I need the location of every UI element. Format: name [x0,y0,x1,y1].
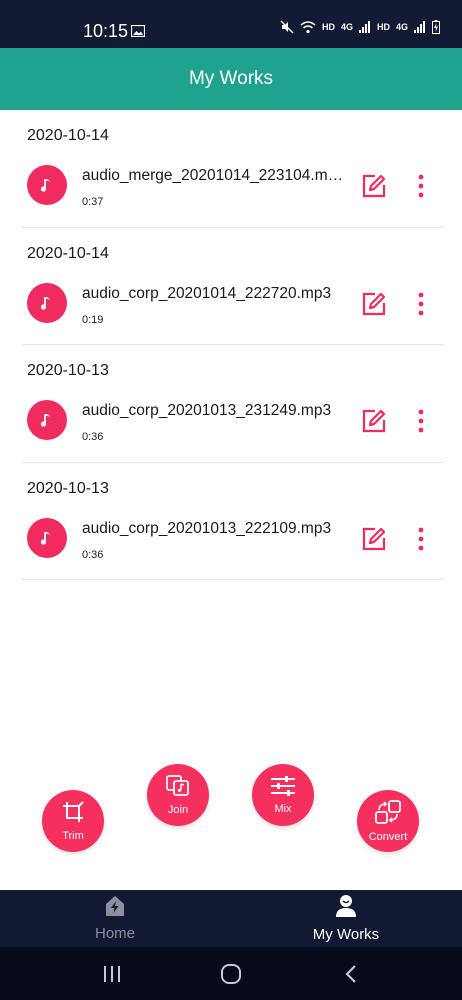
trim-button[interactable]: Trim [42,790,104,852]
work-item[interactable]: 2020-10-14 audio_corp_20201014_222720.mp… [0,228,462,346]
more-vertical-icon[interactable] [409,407,433,435]
more-vertical-icon[interactable] [409,290,433,318]
music-note-icon [27,400,67,440]
convert-button[interactable]: Convert [357,790,419,852]
join-icon [166,774,190,802]
work-date: 2020-10-13 [27,479,109,497]
file-duration: 0:19 [82,313,104,326]
work-date: 2020-10-14 [27,244,109,262]
equalizer-icon [270,775,296,801]
user-icon [335,894,357,923]
nav-home-label: Home [94,925,135,942]
file-duration: 0:36 [82,548,104,561]
join-button[interactable]: Join [147,764,209,826]
nav-my-works[interactable]: My Works [296,890,396,947]
wifi-icon [300,20,316,34]
file-name: audio_corp_20201013_222109.mp3 [82,519,332,537]
gallery-icon [130,24,146,42]
home-icon [104,895,126,922]
hd-badge-1: HD [321,22,335,32]
network-type-2: 4G [395,22,408,32]
bottom-nav: Home My Works [0,890,462,947]
work-date: 2020-10-14 [27,127,109,144]
edit-icon[interactable] [361,526,387,552]
more-vertical-icon[interactable] [409,525,433,553]
file-duration: 0:36 [82,431,104,443]
file-duration: 0:37 [82,196,104,208]
home-circle-icon[interactable] [218,961,244,987]
works-list: 2020-10-14 audio_merge_20201014_223104.m… [0,110,462,580]
app-bar: My Works [0,48,462,110]
mix-label: Mix [274,802,292,815]
file-name: audio_merge_20201014_223104.mp3 [82,167,344,184]
join-label: Join [167,803,189,816]
music-note-icon [27,165,67,205]
file-name: audio_corp_20201014_222720.mp3 [82,284,332,302]
recent-apps-icon[interactable] [99,961,125,987]
hd-badge-2: HD [376,22,390,32]
work-date: 2020-10-13 [27,362,109,379]
music-note-icon [27,282,67,323]
edit-icon[interactable] [361,173,387,199]
convert-icon [375,799,401,829]
convert-label: Convert [368,830,408,843]
music-note-icon [27,517,67,558]
nav-my-works-label: My Works [312,926,380,943]
edit-icon[interactable] [361,291,387,317]
back-icon[interactable] [338,961,364,987]
network-type-1: 4G [340,22,353,32]
more-vertical-icon[interactable] [409,172,433,200]
file-name: audio_corp_20201013_231249.mp3 [82,402,332,419]
status-bar: 10:15 HD 4G HD 4G [0,0,462,48]
mute-icon [280,20,294,34]
crop-icon [62,800,84,828]
nav-home[interactable]: Home [65,890,165,947]
work-item[interactable]: 2020-10-13 audio_corp_20201013_222109.mp… [0,463,462,581]
work-item[interactable]: 2020-10-13 audio_corp_20201013_231249.mp… [0,345,462,463]
signal-icon-2 [414,21,426,33]
battery-charging-icon [432,20,440,34]
edit-icon[interactable] [361,408,387,434]
page-title: My Works [188,68,274,89]
system-nav-bar [0,947,462,1000]
trim-label: Trim [62,829,84,842]
work-item[interactable]: 2020-10-14 audio_merge_20201014_223104.m… [0,110,462,228]
mix-button[interactable]: Mix [252,764,314,826]
status-time: 10:15 [83,21,129,41]
signal-icon-1 [358,21,371,33]
